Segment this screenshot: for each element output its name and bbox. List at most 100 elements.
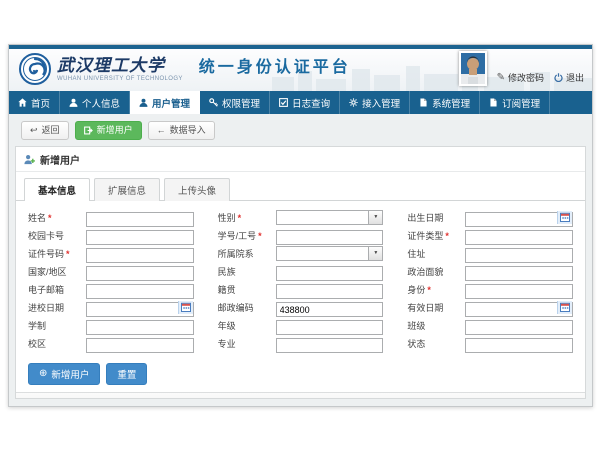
power-icon: [554, 73, 563, 82]
panel-title-row: 新增用户: [16, 147, 585, 172]
dropdown-arrow-icon: ▼: [368, 247, 382, 260]
tab-upload-avatar[interactable]: 上传头像: [164, 178, 230, 201]
reset-button[interactable]: 重置: [106, 363, 147, 385]
form-field: 专业: [218, 336, 384, 351]
form-field-label: 所属院系: [218, 247, 276, 260]
form-field: 证件类型*: [407, 228, 573, 243]
form-field-label: 专业: [218, 337, 276, 350]
plus-circle-icon: ⊕: [39, 369, 47, 379]
text-input[interactable]: [465, 284, 573, 299]
text-input[interactable]: [86, 230, 194, 245]
calendar-icon[interactable]: [178, 301, 193, 314]
form-field: 学号/工号*: [218, 228, 384, 243]
nav-item-3[interactable]: 权限管理: [200, 91, 270, 114]
required-marker: *: [48, 213, 52, 223]
form-field-label: 学制: [28, 319, 86, 332]
document-icon: [489, 98, 498, 107]
tab-basic-info[interactable]: 基本信息: [24, 178, 90, 201]
form-field-label: 年级: [218, 319, 276, 332]
text-input[interactable]: [465, 266, 573, 281]
form-field-label: 证件类型*: [407, 229, 465, 242]
nav-item-0[interactable]: 首页: [9, 91, 60, 114]
text-input[interactable]: [86, 266, 194, 281]
table-header-cell: 学号/工号: [34, 396, 99, 399]
text-input[interactable]: [276, 230, 384, 245]
text-input[interactable]: [86, 248, 194, 263]
text-input[interactable]: [86, 212, 194, 227]
form-field: 民族: [218, 264, 384, 279]
logout-link[interactable]: 退出: [554, 71, 584, 84]
form-field-label: 身份*: [407, 283, 465, 296]
reset-button-label: 重置: [117, 367, 136, 381]
nav-item-5[interactable]: 接入管理: [340, 91, 410, 114]
user-icon: [69, 98, 78, 107]
text-input[interactable]: [86, 338, 194, 353]
table-header: 学号/工号姓名性别身份所属院系操作: [16, 392, 585, 399]
form-field: 证件号码*: [28, 246, 194, 261]
user-avatar[interactable]: [459, 51, 487, 86]
form-field-label: 籍贯: [218, 283, 276, 296]
brand: 武汉理工大学 WUHAN UNIVERSITY OF TECHNOLOGY 统一…: [19, 53, 351, 85]
add-user-toolbar-button[interactable]: 新增用户: [75, 121, 142, 140]
nav-item-6[interactable]: 系统管理: [410, 91, 480, 114]
form-field: 所属院系 ▼: [218, 246, 384, 261]
form-actions: ⊕ 新增用户 重置: [16, 355, 585, 392]
change-password-link[interactable]: ✎ 修改密码: [497, 71, 544, 84]
select-input[interactable]: ▼: [276, 246, 384, 261]
submit-add-user-button[interactable]: ⊕ 新增用户: [28, 363, 100, 385]
form-field: 电子邮箱: [28, 282, 194, 297]
panel-tabs: 基本信息 扩展信息 上传头像: [16, 172, 585, 201]
text-input[interactable]: [276, 320, 384, 335]
user-plus-icon: [24, 154, 35, 165]
form-field-label: 证件号码*: [28, 247, 86, 260]
desktop: 武汉理工大学 WUHAN UNIVERSITY OF TECHNOLOGY 统一…: [0, 0, 600, 450]
nav-item-label: 权限管理: [222, 96, 260, 110]
form-field: 校园卡号: [28, 228, 194, 243]
nav-item-label: 首页: [31, 96, 50, 110]
table-header-cell: 操作: [524, 396, 585, 399]
form-field: 国家/地区: [28, 264, 194, 279]
add-user-icon: [84, 126, 93, 135]
text-input[interactable]: [465, 338, 573, 353]
form-field: 性别*▼: [218, 210, 384, 225]
select-all-checkbox[interactable]: [21, 398, 30, 399]
form-field: 籍贯: [218, 282, 384, 297]
nav-item-label: 订阅管理: [502, 96, 540, 110]
data-import-button[interactable]: ← 数据导入: [148, 121, 215, 140]
data-import-label: 数据导入: [170, 125, 206, 136]
text-input[interactable]: [276, 284, 384, 299]
back-button[interactable]: ↩ 返回: [21, 121, 69, 140]
form-field: 进校日期: [28, 300, 194, 315]
text-input[interactable]: [465, 230, 573, 245]
text-input[interactable]: [276, 302, 384, 317]
tab-extended-info[interactable]: 扩展信息: [94, 178, 160, 201]
table-header-cell: 性别: [164, 396, 259, 399]
text-input[interactable]: [86, 320, 194, 335]
text-input[interactable]: [465, 320, 573, 335]
select-all-cell: [16, 398, 34, 399]
change-password-label: 修改密码: [508, 71, 544, 84]
text-input[interactable]: [276, 266, 384, 281]
platform-title: 统一身份认证平台: [199, 53, 351, 85]
nav-item-4[interactable]: 日志查询: [270, 91, 340, 114]
form-field-label: 住址: [407, 247, 465, 260]
table-header-cell: 身份: [259, 396, 314, 399]
app-window: 武汉理工大学 WUHAN UNIVERSITY OF TECHNOLOGY 统一…: [8, 44, 593, 407]
nav-item-label: 个人信息: [82, 96, 120, 110]
form-field: 班级: [407, 318, 573, 333]
select-input[interactable]: ▼: [276, 210, 384, 225]
university-logo: [19, 53, 51, 85]
calendar-icon[interactable]: [557, 211, 572, 224]
form-field: 身份*: [407, 282, 573, 297]
document-icon: [419, 98, 428, 107]
text-input[interactable]: [465, 248, 573, 263]
text-input[interactable]: [276, 338, 384, 353]
nav-item-2[interactable]: 用户管理: [130, 91, 200, 114]
calendar-icon[interactable]: [557, 301, 572, 314]
form-field-label: 班级: [407, 319, 465, 332]
form-field-label: 校区: [28, 337, 86, 350]
nav-item-1[interactable]: 个人信息: [60, 91, 130, 114]
nav-item-7[interactable]: 订阅管理: [480, 91, 550, 114]
nav-item-label: 接入管理: [362, 96, 400, 110]
text-input[interactable]: [86, 284, 194, 299]
